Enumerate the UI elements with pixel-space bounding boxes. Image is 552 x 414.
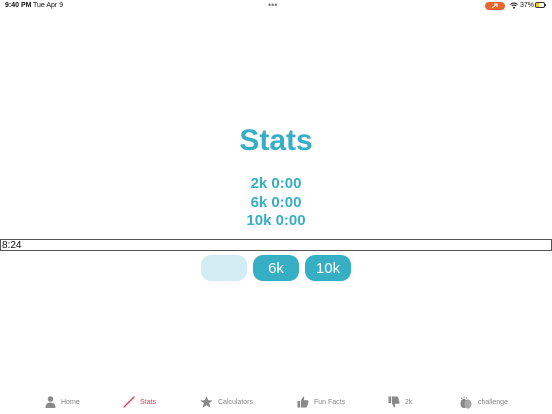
tab-2k[interactable]: 2k [388, 392, 412, 412]
tab-home[interactable]: Home [45, 392, 80, 412]
tab-stats-label: Stats [140, 398, 156, 406]
battery-cap [545, 4, 546, 6]
page-title: Stats [239, 124, 313, 157]
tab-stats[interactable]: Stats [123, 392, 156, 412]
distance-10k-button[interactable]: 10k [305, 255, 351, 281]
tab-fun-facts[interactable]: Fun Facts [297, 392, 345, 412]
tab-fun-facts-label: Fun Facts [314, 398, 346, 406]
time-10k: 10k 0:00 [246, 212, 306, 229]
tab-bar: Home Stats Calculators Fun Facts 2k chal… [0, 390, 552, 414]
battery-level [536, 3, 539, 7]
tab-challenge-label: challenge [478, 398, 508, 406]
time-6k: 6k 0:00 [250, 193, 302, 211]
tab-calculators-label: Calculators [218, 398, 254, 406]
multitasking-dots[interactable]: ••• [268, 0, 277, 10]
distance-2k-button[interactable]: 2k [201, 255, 247, 281]
status-time: 9:40 PM [5, 2, 32, 9]
tab-2k-label: 2k [405, 398, 413, 406]
status-bar: 9:40 PM Tue Apr 9 ••• 37% [0, 0, 552, 12]
distance-6k-button[interactable]: 6k [253, 255, 299, 281]
tab-home-label: Home [61, 398, 80, 406]
wifi-icon [510, 2, 518, 11]
clapping-hands-icon [460, 395, 472, 409]
times-list: 2k 0:00 6k 0:00 10k 0:00 [0, 175, 552, 231]
person-icon [45, 396, 56, 408]
thumbs-up-icon [297, 396, 309, 408]
battery-percentage: 37% [520, 2, 535, 9]
stats-pencil-icon [123, 396, 135, 408]
status-date: Tue Apr 9 [33, 2, 64, 9]
star-icon [200, 396, 213, 408]
recording-indicator[interactable] [485, 2, 505, 10]
tab-challenge[interactable]: challenge [459, 392, 508, 412]
battery-icon [535, 2, 545, 8]
time-2k: 2k 0:00 [250, 175, 302, 192]
arrow-icon [491, 3, 498, 9]
thumbs-down-icon [388, 396, 400, 408]
tab-calculators[interactable]: Calculators [200, 392, 253, 412]
time-input[interactable] [0, 239, 552, 251]
